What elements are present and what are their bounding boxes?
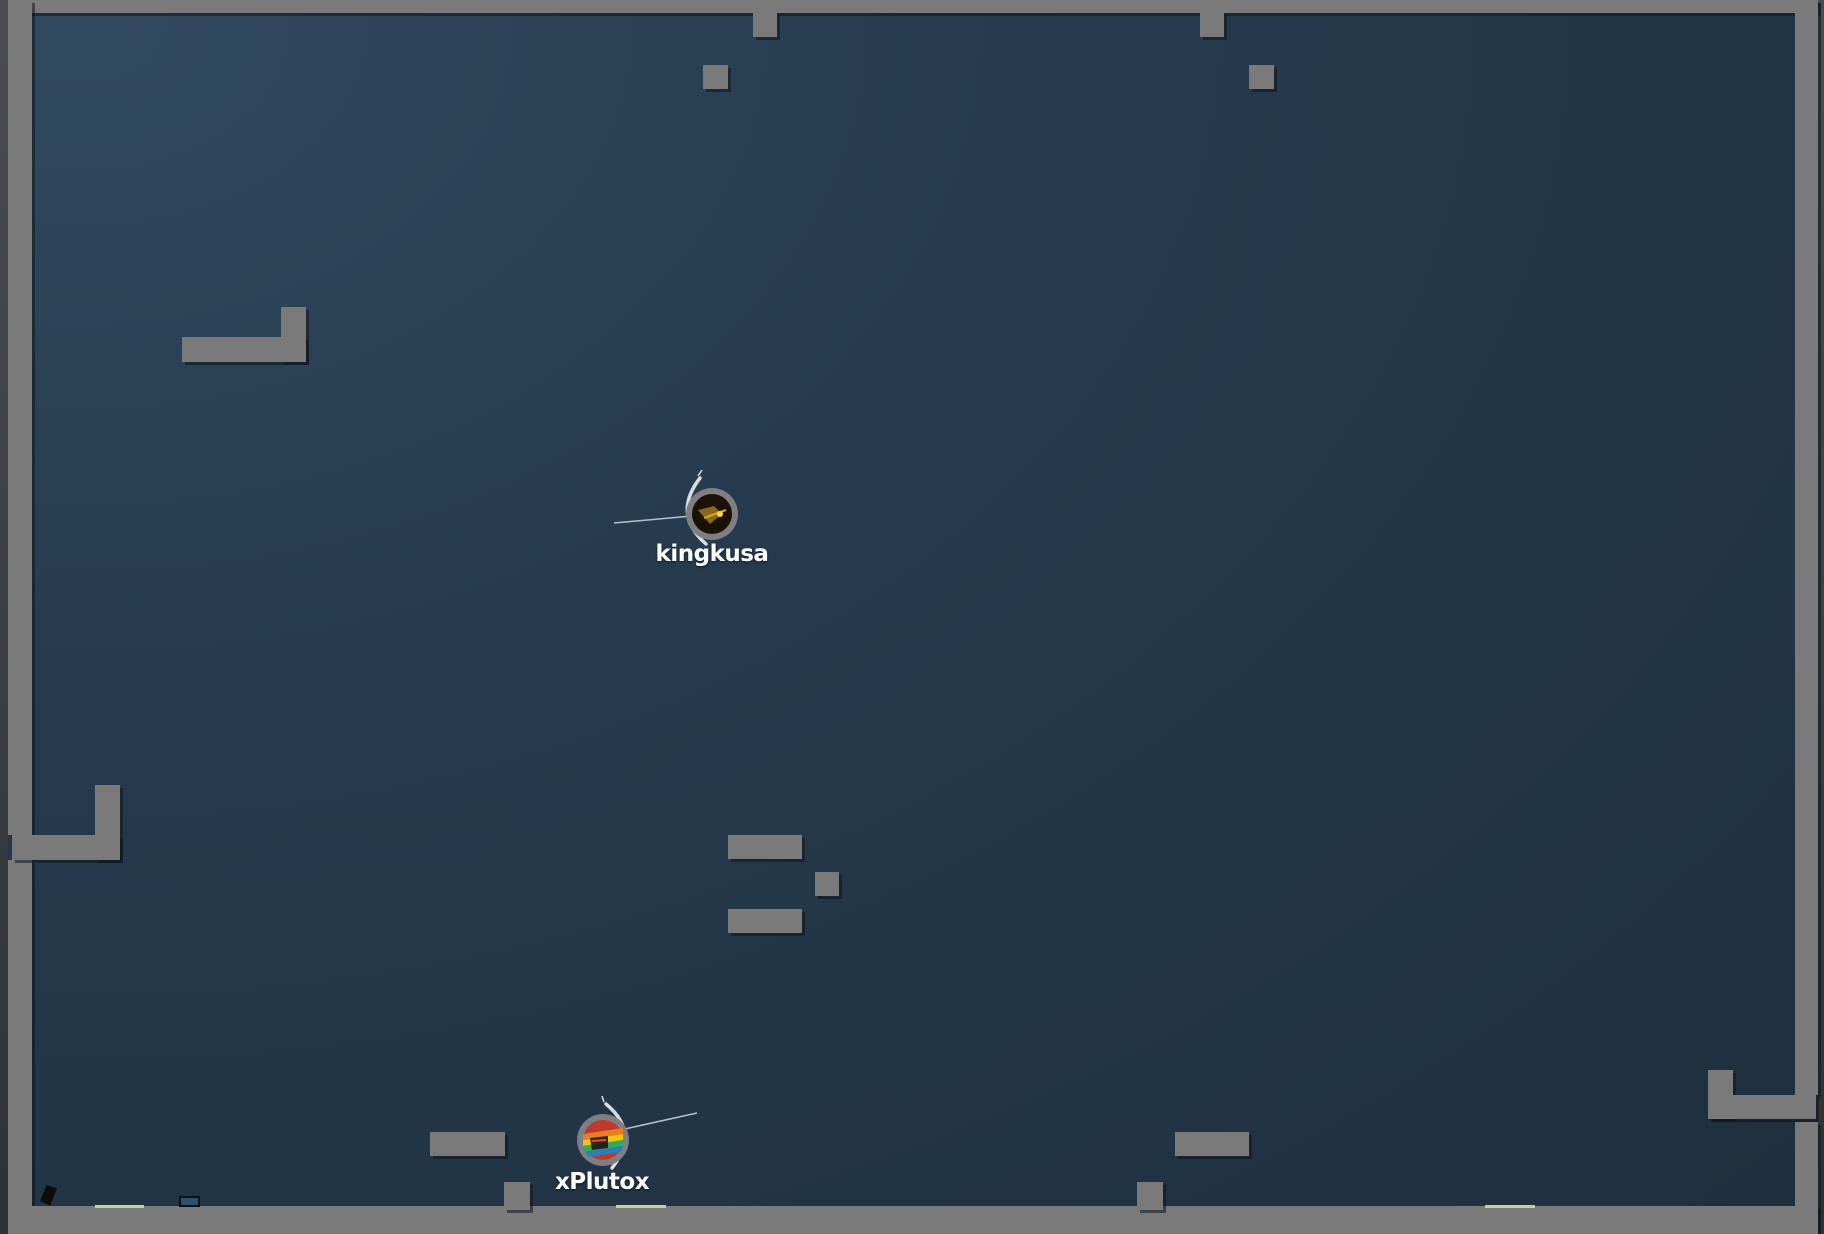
player-name-xplutox: xPlutox [554, 1169, 650, 1195]
right-ledge-horizontal [1708, 1095, 1816, 1119]
center-bar-lower [728, 909, 802, 933]
player-ball-rainbow-flag-icon [577, 1095, 698, 1170]
wall-right-upper [1795, 0, 1818, 1095]
wall-top [8, 0, 1818, 13]
l-platform-upper-left-vertical [281, 307, 306, 362]
arena [8, 0, 1818, 1234]
spawn-pad-1 [95, 1205, 144, 1208]
left-ledge-vertical [95, 785, 120, 860]
top-nub-right [1200, 12, 1224, 37]
wall-left-lower [8, 860, 32, 1234]
bottom-nub-right [1137, 1182, 1163, 1210]
player-name-kingkusa: kingkusa [655, 541, 769, 567]
bottom-bar-right [1175, 1132, 1249, 1156]
player-xplutox[interactable]: xPlutox [522, 1094, 698, 1214]
center-bar-upper [728, 835, 802, 859]
spawn-pad-3 [1485, 1205, 1535, 1208]
small-blue-box-object [179, 1196, 200, 1207]
square-block-top-right [1249, 65, 1274, 89]
player-kingkusa[interactable]: kingkusa [613, 466, 792, 586]
square-block-top-left [703, 65, 728, 89]
wall-bottom [8, 1206, 1818, 1234]
bottom-bar-left [430, 1132, 505, 1156]
game-viewport: kingkusa xPlutox [0, 0, 1824, 1234]
center-square [815, 872, 839, 896]
top-nub-left [753, 12, 777, 37]
player-ball-dark-gold-icon [613, 469, 738, 546]
wall-left-upper [8, 0, 32, 835]
